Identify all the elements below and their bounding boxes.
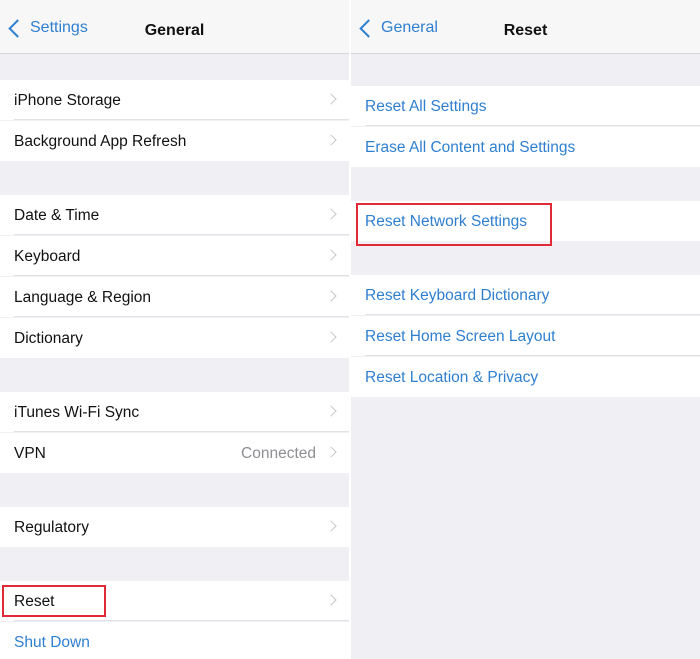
chevron-right-icon (325, 520, 337, 532)
row-label: Reset All Settings (365, 98, 487, 115)
row-label: Shut Down (14, 634, 90, 651)
row-label: Reset Home Screen Layout (365, 328, 556, 345)
row-label: Dictionary (14, 330, 83, 347)
row-label: Reset Location & Privacy (365, 369, 539, 386)
separator (14, 431, 349, 432)
nav-bar: Settings General (0, 0, 349, 54)
separator (365, 355, 700, 356)
row-label: Reset Keyboard Dictionary (365, 287, 550, 304)
chevron-right-icon (325, 249, 337, 261)
row-vpn[interactable]: VPN Connected (0, 433, 349, 473)
highlight-box-reset-network (356, 203, 552, 246)
row-date-time[interactable]: Date & Time (0, 195, 349, 235)
row-shut-down[interactable]: Shut Down (0, 622, 349, 659)
reset-settings-pane: General Reset Reset All Settings Erase A… (351, 0, 700, 659)
chevron-right-icon (325, 134, 337, 146)
row-reset-keyboard-dictionary[interactable]: Reset Keyboard Dictionary (351, 275, 700, 315)
separator (365, 314, 700, 315)
chevron-right-icon (325, 331, 337, 343)
row-label: Language & Region (14, 289, 152, 306)
separator (365, 125, 700, 126)
row-background-app-refresh[interactable]: Background App Refresh (0, 121, 349, 161)
separator (14, 316, 349, 317)
separator (14, 119, 349, 120)
chevron-right-icon (325, 405, 337, 417)
row-label: Regulatory (14, 519, 89, 536)
page-title: General (144, 22, 205, 39)
row-reset-all-settings[interactable]: Reset All Settings (351, 86, 700, 126)
row-label: Keyboard (14, 248, 81, 265)
separator (14, 234, 349, 235)
vpn-status: Connected (241, 445, 316, 462)
row-label: VPN (14, 445, 46, 462)
row-label: Erase All Content and Settings (365, 139, 576, 156)
row-reset-location-privacy[interactable]: Reset Location & Privacy (351, 357, 700, 397)
page-title: Reset (503, 22, 548, 39)
chevron-right-icon (325, 446, 337, 458)
row-label: iPhone Storage (14, 92, 121, 109)
row-language-region[interactable]: Language & Region (0, 277, 349, 317)
row-keyboard[interactable]: Keyboard (0, 236, 349, 276)
row-regulatory[interactable]: Regulatory (0, 507, 349, 547)
chevron-right-icon (325, 208, 337, 220)
row-reset-home-screen-layout[interactable]: Reset Home Screen Layout (351, 316, 700, 356)
chevron-right-icon (325, 93, 337, 105)
row-dictionary[interactable]: Dictionary (0, 318, 349, 358)
row-iphone-storage[interactable]: iPhone Storage (0, 80, 349, 120)
row-label: Background App Refresh (14, 133, 187, 150)
highlight-box-reset (2, 585, 106, 617)
separator (14, 275, 349, 276)
nav-bar: General Reset (351, 0, 700, 54)
chevron-right-icon (325, 290, 337, 302)
row-label: Date & Time (14, 207, 100, 224)
row-itunes-wifi-sync[interactable]: iTunes Wi-Fi Sync (0, 392, 349, 432)
general-settings-pane: Settings General iPhone Storage Backgrou… (0, 0, 349, 659)
row-erase-all-content[interactable]: Erase All Content and Settings (351, 127, 700, 167)
row-label: iTunes Wi-Fi Sync (14, 404, 140, 421)
separator (14, 620, 349, 621)
chevron-right-icon (325, 594, 337, 606)
